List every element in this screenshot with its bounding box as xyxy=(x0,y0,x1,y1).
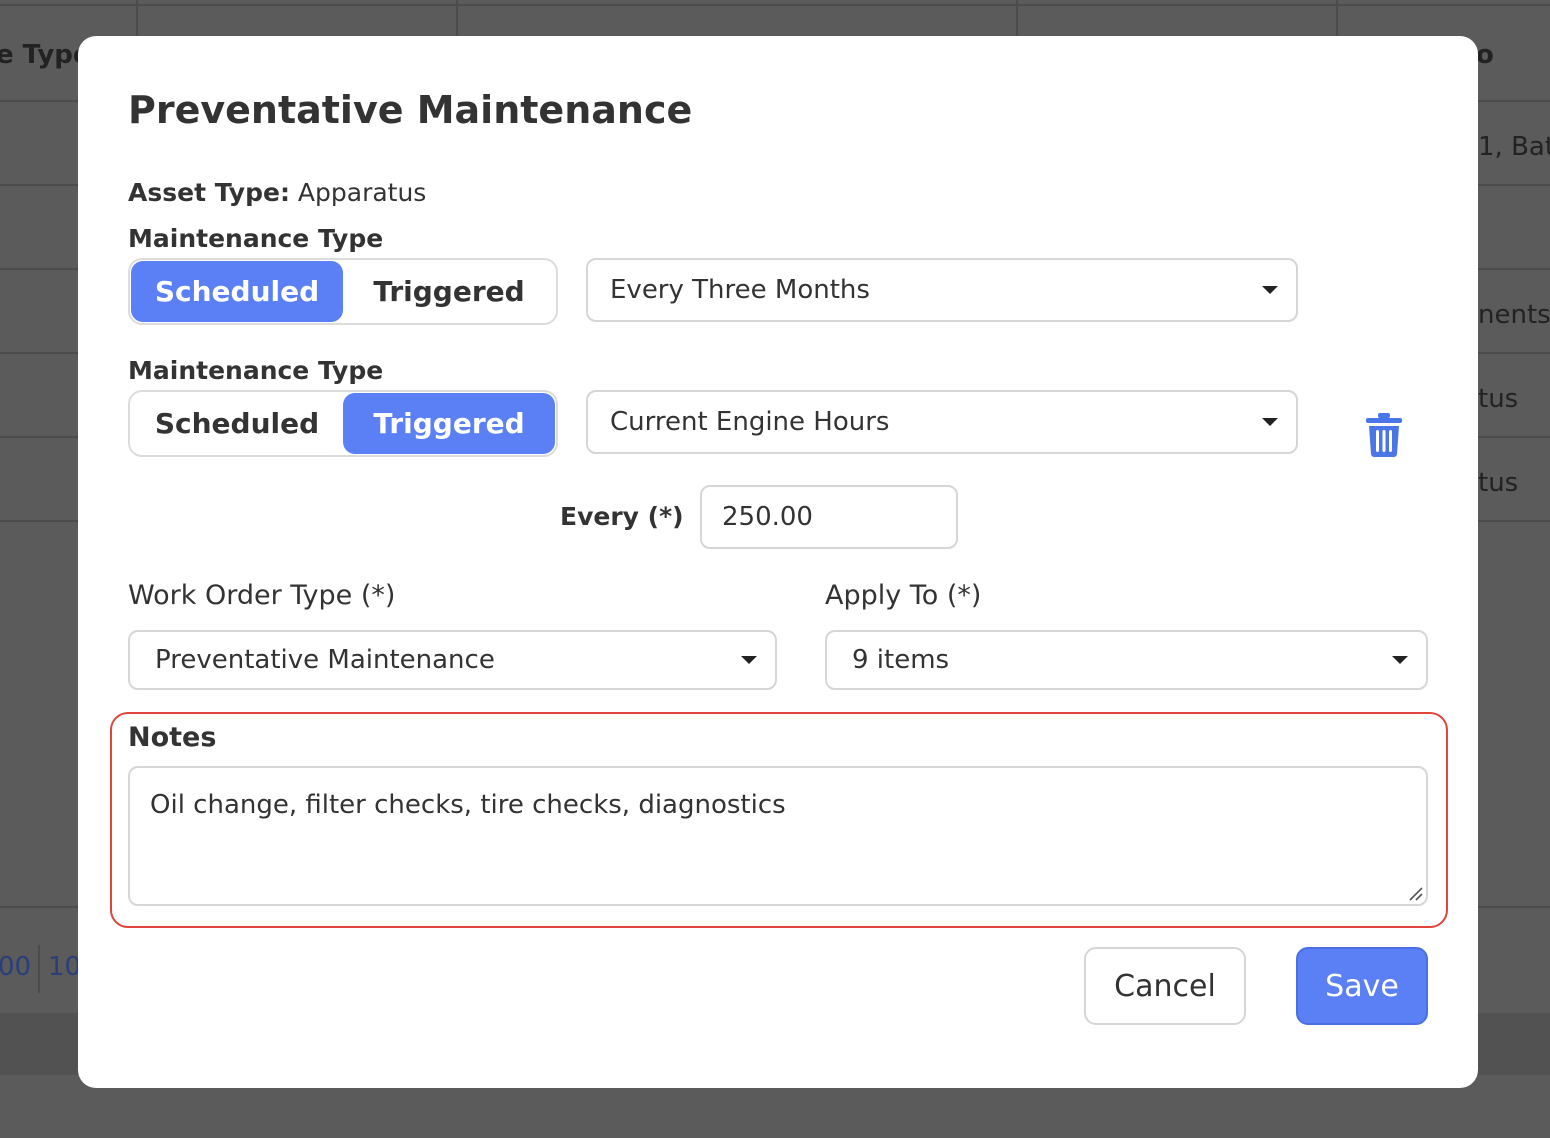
trash-icon[interactable] xyxy=(1364,412,1404,458)
pager-link: 00 xyxy=(0,952,32,982)
chevron-down-icon xyxy=(1262,418,1278,426)
scheduled-option[interactable]: Scheduled xyxy=(131,261,343,322)
chevron-down-icon xyxy=(1392,656,1408,664)
schedule-interval-select[interactable]: Every Three Months xyxy=(586,258,1298,322)
table-cell: 1, Batt xyxy=(1478,132,1550,162)
table-cell: tus xyxy=(1478,468,1519,498)
schedule-interval-value: Every Three Months xyxy=(610,275,870,305)
apply-to-label: Apply To (*) xyxy=(825,580,982,611)
trigger-metric-select[interactable]: Current Engine Hours xyxy=(586,390,1298,454)
asset-type-line: Asset Type: Apparatus xyxy=(128,178,426,207)
pager-separator xyxy=(38,945,40,993)
triggered-option[interactable]: Triggered xyxy=(343,261,555,322)
maintenance-type-toggle: Scheduled Triggered xyxy=(128,258,558,325)
preventative-maintenance-modal: Preventative Maintenance Asset Type: App… xyxy=(78,36,1478,1088)
work-order-type-value: Preventative Maintenance xyxy=(155,645,495,675)
table-border xyxy=(0,4,1550,6)
cancel-button[interactable]: Cancel xyxy=(1084,947,1246,1025)
chevron-down-icon xyxy=(741,656,757,664)
every-label: Every (*) xyxy=(560,502,684,531)
column-header: e Type xyxy=(0,40,91,70)
trigger-metric-value: Current Engine Hours xyxy=(610,407,890,437)
modal-title: Preventative Maintenance xyxy=(128,88,693,132)
triggered-option[interactable]: Triggered xyxy=(343,393,555,454)
maintenance-type-toggle: Scheduled Triggered xyxy=(128,390,558,457)
table-cell: tus xyxy=(1478,384,1519,414)
scheduled-option[interactable]: Scheduled xyxy=(131,393,343,454)
asset-type-value: Apparatus xyxy=(297,178,427,207)
maintenance-type-label: Maintenance Type xyxy=(128,224,384,253)
apply-to-select[interactable]: 9 items xyxy=(825,630,1428,690)
pager-link: 10 xyxy=(48,952,82,982)
notes-label: Notes xyxy=(128,722,217,753)
notes-textarea[interactable]: Oil change, filter checks, tire checks, … xyxy=(128,766,1428,906)
save-button[interactable]: Save xyxy=(1296,947,1428,1025)
work-order-type-label: Work Order Type (*) xyxy=(128,580,396,611)
maintenance-type-label: Maintenance Type xyxy=(128,356,384,385)
work-order-type-select[interactable]: Preventative Maintenance xyxy=(128,630,777,690)
every-input[interactable] xyxy=(700,485,958,549)
column-header: o xyxy=(1476,40,1494,70)
resize-handle-icon[interactable] xyxy=(1406,884,1424,902)
chevron-down-icon xyxy=(1262,286,1278,294)
apply-to-value: 9 items xyxy=(852,645,950,675)
asset-type-label: Asset Type: xyxy=(128,178,290,207)
table-cell: nents xyxy=(1478,300,1550,330)
